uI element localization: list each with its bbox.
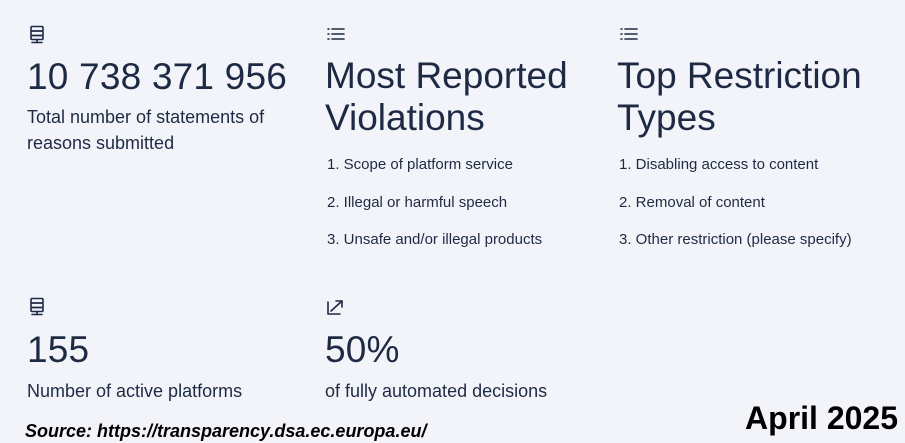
trend-arrow-icon bbox=[327, 299, 344, 316]
list-icon bbox=[327, 27, 345, 41]
restrictions-title: Top Restriction Types bbox=[617, 55, 862, 138]
statements-label: Total number of statements of reasons su… bbox=[27, 107, 265, 153]
violations-list: 1. Scope of platform service 2. Illegal … bbox=[327, 156, 542, 269]
automation-label: of fully automated decisions bbox=[325, 381, 548, 401]
platforms-label: Number of active platforms bbox=[27, 381, 243, 401]
list-item: 3. Other restriction (please specify) bbox=[619, 231, 852, 248]
list-item: 1. Scope of platform service bbox=[327, 156, 513, 173]
violations-title: Most Reported Violations bbox=[325, 55, 568, 138]
server-icon bbox=[29, 25, 47, 45]
statements-count: 10 738 371 956 bbox=[27, 56, 287, 97]
list-icon bbox=[620, 27, 638, 41]
source-caption: Source: https://transparency.dsa.ec.euro… bbox=[25, 421, 427, 441]
list-item: 2. Illegal or harmful speech bbox=[327, 193, 508, 211]
automation-percentage: 50% bbox=[325, 329, 400, 370]
restrictions-list: 1. Disabling access to content 2. Remova… bbox=[619, 156, 852, 269]
list-item: 3. Unsafe and/or illegal products bbox=[327, 231, 543, 248]
server-icon bbox=[29, 297, 47, 317]
date-label: April 2025 bbox=[745, 400, 898, 436]
list-item: 2. Removal of content bbox=[619, 193, 765, 211]
list-item: 1. Disabling access to content bbox=[619, 156, 819, 173]
platforms-count: 155 bbox=[27, 329, 90, 370]
